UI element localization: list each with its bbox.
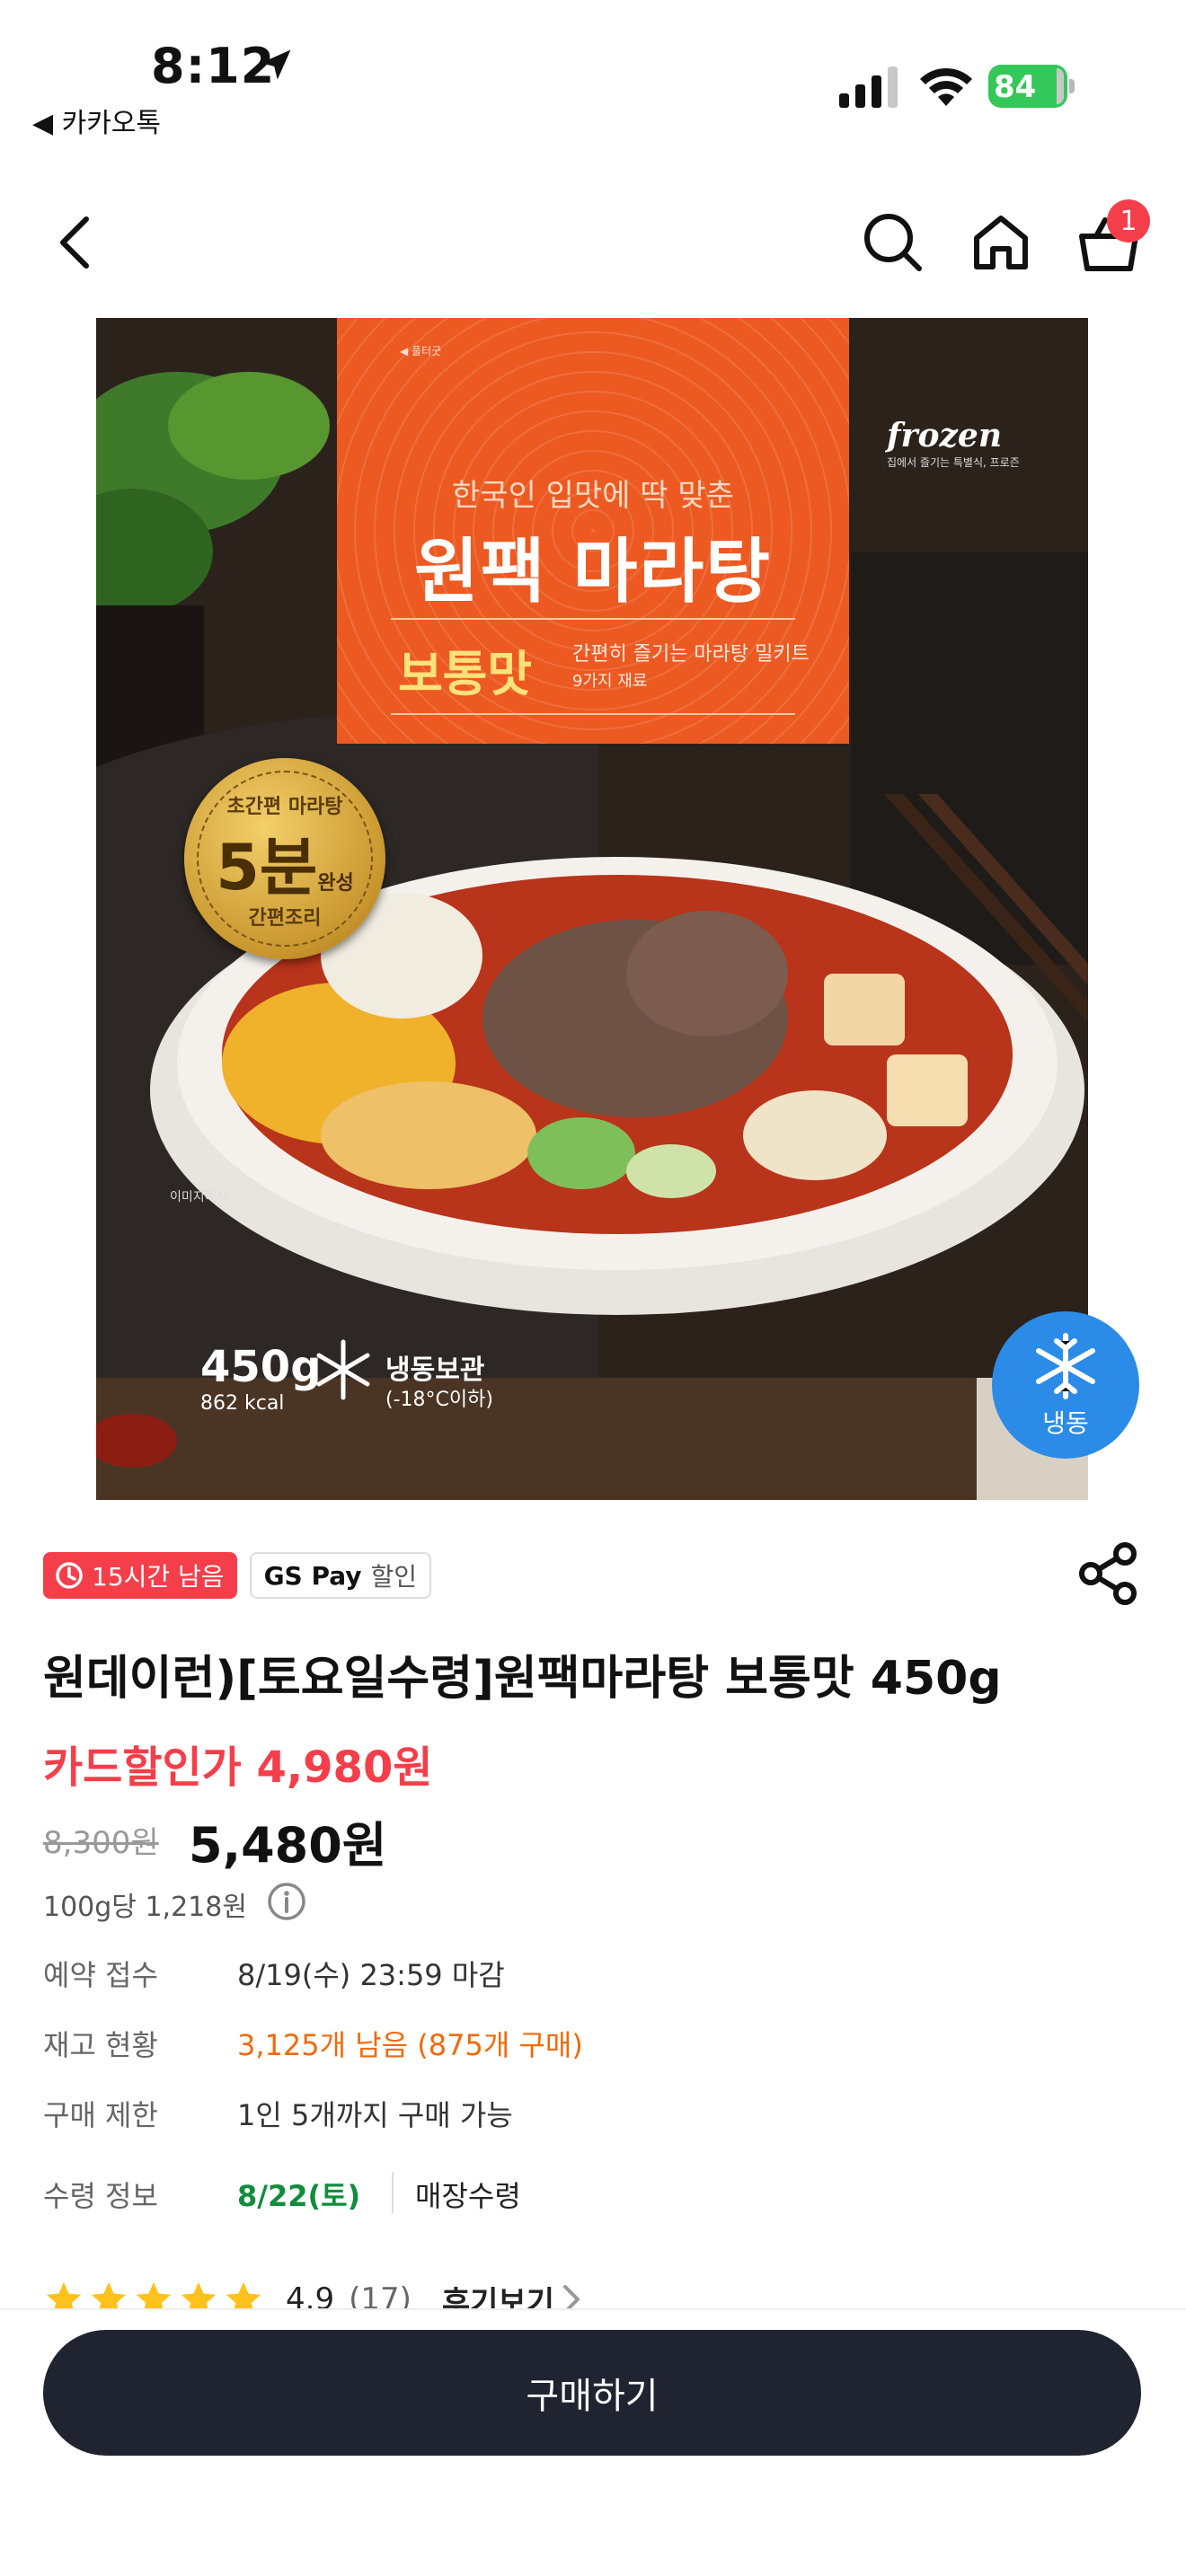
frozen-badge: 냉동 (992, 1311, 1139, 1459)
sale-price: 5,480원 (189, 1817, 387, 1874)
clock-icon (56, 1562, 83, 1589)
detail-value-reservation: 8/19(수) 23:59 마감 (237, 1958, 505, 1992)
detail-value-stock: 3,125개 남음 (875개 구매) (237, 2028, 583, 2062)
detail-label-pickup: 수령 정보 (43, 2179, 158, 2213)
badge-top-text: 초간편 마라탕 (226, 796, 343, 818)
package-ingredients: 9가지 재료 (572, 672, 648, 691)
chevron-left-icon (60, 216, 89, 269)
detail-label-reservation: 예약 접수 (43, 1958, 158, 1992)
original-price: 8,300원 (43, 1825, 159, 1861)
package-divider (391, 713, 795, 715)
cellular-signal-icon (839, 66, 898, 108)
detail-label-stock: 재고 현황 (43, 2028, 158, 2062)
package-small-text: ◀ 풀터굿 (400, 345, 442, 357)
snowflake-icon (1036, 1333, 1095, 1399)
package-weight: 450g (200, 1342, 322, 1392)
top-nav-bar (0, 180, 1186, 305)
home-icon (974, 216, 1028, 269)
gspay-discount-tag: GS Pay 할인 (249, 1552, 432, 1599)
info-icon[interactable] (266, 1881, 307, 1922)
unit-price: 100g당 1,218원 (43, 1892, 247, 1923)
back-to-app-link[interactable]: ◀ 카카오톡 (32, 101, 161, 140)
detail-value-pickup-type: 매장수령 (415, 2179, 521, 2213)
package-kcal: 862 kcal (200, 1392, 285, 1415)
search-icon (864, 214, 922, 271)
status-bar: 8:12 ◀ 카카오톡 84 (0, 0, 1186, 153)
battery-level: 84 (994, 69, 1037, 105)
brand-logo: frozen (887, 417, 1002, 454)
badge-main-value: 5분 (216, 831, 318, 904)
package-description: 간편히 즐기는 마라탕 밀키트 (572, 643, 810, 666)
package-banner: ◀ 풀터굿 한국인 입맛에 딱 맞춘 원팩 마라탕 보통맛 간편히 즐기는 마라… (337, 318, 849, 744)
brand-tagline: 집에서 즐기는 특별식, 프로즌 (887, 456, 1020, 469)
back-button[interactable] (40, 207, 111, 278)
time-remaining-label: 15시간 남음 (92, 1562, 225, 1592)
package-divider (391, 618, 795, 620)
package-storage: 냉동보관 (385, 1354, 485, 1386)
divider (392, 2172, 394, 2213)
badge-bottom-text: 간편조리 (248, 907, 322, 930)
gspay-brand: GS Pay (263, 1560, 362, 1591)
frozen-badge-label: 냉동 (1042, 1408, 1089, 1438)
detail-value-pickup-date: 8/22(토) (237, 2179, 361, 2213)
promo-tags: 15시간 남음 GS Pay 할인 (43, 1552, 432, 1601)
badge-main-text: 5분완성 (184, 817, 385, 908)
image-example-note: 이미지예시 (170, 1190, 228, 1204)
snowflake-icon (316, 1339, 370, 1400)
package-title: 원팩 마라탕 (414, 531, 772, 613)
card-discount-price: 카드할인가 4,980원 (43, 1742, 433, 1793)
gspay-discount-label: 할인 (370, 1562, 418, 1592)
location-arrow-icon (261, 49, 291, 80)
wifi-icon (920, 67, 972, 106)
detail-label-limit: 구매 제한 (43, 2098, 158, 2132)
package-flavor: 보통맛 (398, 645, 533, 702)
package-subtitle: 한국인 입맛에 딱 맞춘 (452, 478, 734, 514)
product-image[interactable]: ◀ 풀터굿 한국인 입맛에 딱 맞춘 원팩 마라탕 보통맛 간편히 즐기는 마라… (96, 318, 1088, 1500)
buy-button[interactable]: 구매하기 (43, 2330, 1141, 2456)
product-title: 원데이런)[토요일수령]원팩마라탕 보통맛 450g (43, 1652, 1002, 1706)
home-button[interactable] (965, 207, 1037, 278)
detail-value-limit: 1인 5개까지 구매 가능 (237, 2098, 513, 2132)
battery-indicator: 84 (988, 65, 1075, 108)
share-icon[interactable] (1076, 1541, 1141, 1606)
time-remaining-tag: 15시간 남음 (43, 1552, 237, 1599)
five-minute-badge: 초간편 마라탕 5분완성 간편조리 (184, 758, 385, 959)
search-button[interactable] (857, 207, 929, 278)
cart-count-badge: 1 (1107, 199, 1150, 243)
package-storage-temp: (-18°C이하) (385, 1389, 493, 1411)
badge-main-sub: 완성 (317, 872, 354, 895)
